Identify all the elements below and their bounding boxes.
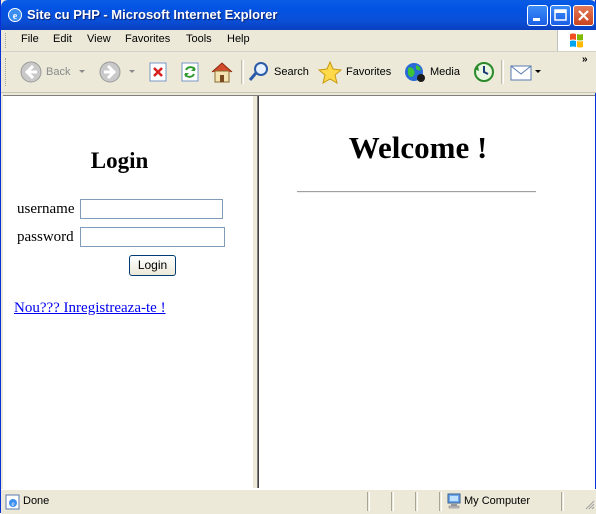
media-label: Media [430, 66, 460, 78]
back-label: Back [46, 66, 71, 78]
toolbar-grip[interactable] [5, 58, 9, 86]
stop-icon [149, 62, 167, 82]
stop-button[interactable] [147, 58, 169, 86]
login-heading: Login [90, 148, 149, 173]
chevron-down-icon [129, 70, 135, 73]
back-button[interactable]: Back [19, 58, 90, 86]
minimize-icon [533, 18, 540, 21]
window-title: Site cu PHP - Microsoft Internet Explore… [27, 7, 278, 22]
standard-toolbar: Back Search Favorites Media [1, 52, 596, 93]
chevron-down-icon [535, 70, 541, 73]
media-button[interactable]: Media [403, 58, 460, 86]
close-button[interactable] [573, 5, 594, 26]
title-bar[interactable]: e Site cu PHP - Microsoft Internet Explo… [1, 0, 596, 30]
favorites-label: Favorites [346, 66, 392, 78]
menu-grip[interactable] [5, 33, 9, 48]
password-input[interactable] [80, 227, 225, 247]
svg-text:e: e [13, 11, 18, 22]
menu-view[interactable]: View [87, 33, 111, 45]
menu-tools[interactable]: Tools [186, 33, 212, 45]
register-link[interactable]: Nou??? Inregistreaza-te ! [14, 300, 166, 317]
page-done-icon: e [5, 494, 20, 510]
status-bar: e Done My Computer [1, 489, 596, 514]
mail-icon [510, 65, 532, 81]
favorites-button[interactable]: Favorites [317, 58, 391, 86]
my-computer-icon [447, 493, 461, 509]
menu-help[interactable]: Help [227, 33, 250, 45]
menu-bar: File Edit View Favorites Tools Help [1, 30, 596, 52]
welcome-heading: Welcome ! [348, 130, 488, 165]
status-divider [367, 492, 370, 511]
forward-arrow-icon [99, 61, 121, 83]
close-icon [578, 10, 589, 21]
refresh-icon [181, 62, 199, 82]
toolbar-separator [501, 60, 504, 84]
media-globe-icon [405, 63, 425, 82]
search-button[interactable]: Search [247, 58, 309, 86]
toolbar-separator [241, 60, 244, 84]
search-icon [248, 62, 268, 81]
password-label: password [17, 229, 74, 245]
home-icon [211, 62, 233, 83]
forward-button[interactable] [98, 58, 140, 86]
home-button[interactable] [209, 58, 235, 86]
windows-logo [557, 30, 596, 51]
status-divider [561, 492, 564, 511]
resize-grip-icon[interactable] [583, 498, 595, 510]
windows-flag-icon [570, 33, 583, 48]
svg-text:e: e [11, 500, 14, 508]
horizontal-rule [297, 191, 536, 193]
toolbar-overflow-chevron-icon[interactable]: » [582, 54, 588, 65]
status-divider [391, 492, 394, 511]
mail-button[interactable] [509, 58, 543, 86]
username-label: username [17, 201, 75, 217]
status-divider [439, 492, 442, 511]
menu-file[interactable]: File [21, 33, 39, 45]
security-zone-text: My Computer [464, 495, 531, 507]
status-text: Done [23, 495, 50, 507]
right-frame: Welcome ! [259, 96, 595, 488]
back-arrow-icon [20, 61, 42, 83]
login-button[interactable]: Login [129, 255, 176, 276]
maximize-button[interactable] [550, 5, 571, 26]
ie-icon: e [8, 8, 22, 22]
browser-window: e Site cu PHP - Microsoft Internet Explo… [0, 0, 596, 514]
menu-favorites[interactable]: Favorites [125, 33, 170, 45]
history-icon [474, 62, 494, 82]
maximize-icon [554, 9, 567, 21]
refresh-button[interactable] [179, 58, 201, 86]
username-input[interactable] [80, 199, 223, 219]
content-area: Login username password Login Nou??? Inr… [3, 95, 595, 489]
menu-edit[interactable]: Edit [53, 33, 72, 45]
favorites-star-icon [317, 60, 343, 84]
minimize-button[interactable] [527, 5, 548, 26]
chevron-down-icon [79, 70, 86, 73]
left-frame: Login username password Login Nou??? Inr… [3, 96, 252, 488]
history-button[interactable] [471, 58, 497, 86]
search-label: Search [274, 66, 309, 78]
status-divider [415, 492, 418, 511]
